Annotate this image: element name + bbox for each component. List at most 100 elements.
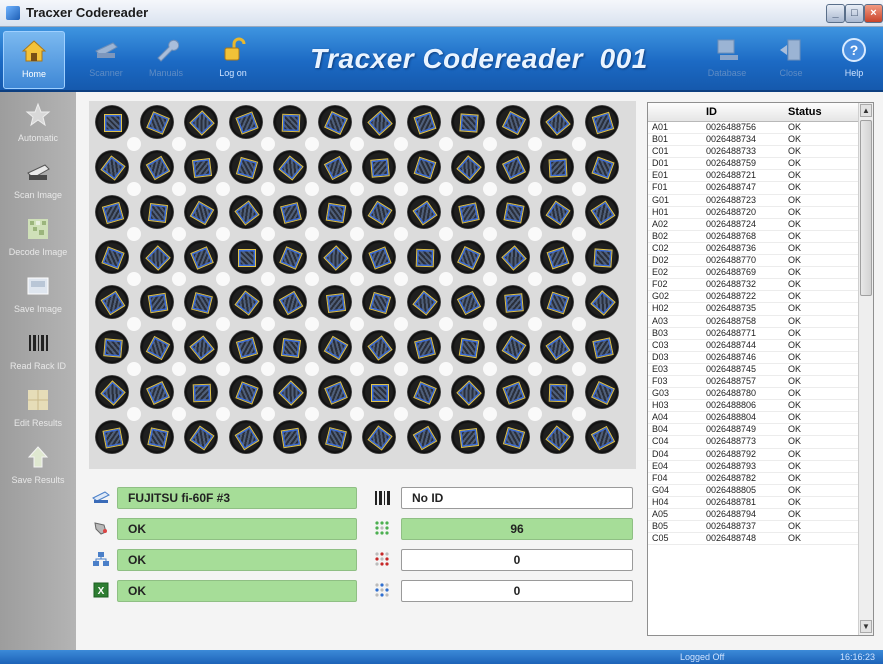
plate-hole [527,407,542,421]
device-status-field: OK [117,518,357,540]
table-row[interactable]: C02 0026488736 OK [648,243,858,256]
table-row[interactable]: A05 0026488794 OK [648,509,858,522]
tube-well [495,285,530,319]
toolbar-manuals-button[interactable]: Manuals [136,31,196,87]
tube-well [228,375,263,409]
table-row[interactable]: A04 0026488804 OK [648,412,858,425]
table-row[interactable]: G03 0026488780 OK [648,388,858,401]
scroll-up-arrow-icon[interactable]: ▲ [860,104,872,117]
rack-scan-image[interactable] [89,101,636,469]
table-row[interactable]: F04 0026488782 OK [648,473,858,485]
table-row[interactable]: D01 0026488759 OK [648,158,858,171]
datamatrix-code [100,380,126,406]
scanner-name-field: FUJITSU fi-60F #3 [117,487,357,509]
sidebar-item-save-results[interactable]: Save Results [0,444,76,499]
scroll-down-arrow-icon[interactable]: ▼ [860,620,872,633]
sidebar-item-label: Scan Image [13,190,63,200]
table-row[interactable]: G01 0026488723 OK [648,195,858,207]
plate-hole [483,227,497,241]
plate-hole [171,317,186,331]
plate-hole [216,227,230,241]
table-row[interactable]: H03 0026488806 OK [648,400,858,413]
plate-hole [527,137,542,151]
table-row[interactable]: H01 0026488720 OK [648,207,858,219]
table-header: ID Status [648,103,858,122]
toolbar-help-button[interactable]: ? Help [824,31,883,87]
datamatrix-code [146,427,169,449]
table-row[interactable]: B04 0026488749 OK [648,424,858,437]
table-row[interactable]: E01 0026488721 OK [648,170,858,183]
table-row[interactable]: A01 0026488756 OK [648,122,858,135]
table-row[interactable]: A02 0026488724 OK [648,219,858,231]
cell-id: 0026488771 [706,327,757,338]
table-row[interactable]: B02 0026488768 OK [648,231,858,243]
table-row[interactable]: E04 0026488793 OK [648,461,858,473]
table-row[interactable]: C05 0026488748 OK [648,533,858,546]
datamatrix-code [192,383,212,403]
minimize-button[interactable]: _ [826,4,845,23]
tube-well [362,285,396,319]
table-row[interactable]: D03 0026488746 OK [648,352,858,364]
datamatrix-code [235,336,258,360]
datamatrix-code [367,200,393,226]
table-row[interactable]: F03 0026488757 OK [648,376,858,389]
error-count-icon [375,552,389,566]
datamatrix-code [412,381,437,405]
cell-position: G02 [652,291,670,302]
datamatrix-code [104,114,122,132]
maximize-button[interactable]: □ [845,4,864,23]
table-row[interactable]: E02 0026488769 OK [648,267,858,280]
plate-hole [394,227,408,241]
table-row[interactable]: B05 0026488737 OK [648,521,858,534]
table-row[interactable]: G04 0026488805 OK [648,485,858,497]
scrollbar-thumb[interactable] [860,120,872,296]
datamatrix-code [145,155,170,181]
datamatrix-code [546,291,570,315]
table-row[interactable]: D04 0026488792 OK [648,449,858,461]
exit-door-icon [780,39,801,61]
table-row[interactable]: F02 0026488732 OK [648,279,858,292]
results-table[interactable]: ID Status A01 0026488756 OK B01 0026488734 OK… [647,102,874,636]
cell-position: D01 [652,158,669,169]
plate-hole [127,227,141,241]
table-row[interactable]: G02 0026488722 OK [648,291,858,304]
table-row[interactable]: C01 0026488733 OK [648,146,858,159]
toolbar-logon-button[interactable]: Log on [203,31,263,87]
sidebar-item-save-image[interactable]: Save Image [0,273,76,328]
table-row[interactable]: C03 0026488744 OK [648,340,858,352]
toolbar-close-button[interactable]: Close [761,31,821,87]
table-row[interactable]: C04 0026488773 OK [648,436,858,449]
table-row[interactable]: H02 0026488735 OK [648,303,858,316]
table-row[interactable]: E03 0026488745 OK [648,364,858,376]
sidebar-item-automatic[interactable]: Automatic [0,102,76,157]
table-row[interactable]: H04 0026488781 OK [648,497,858,509]
column-header-id[interactable]: ID [706,106,717,118]
table-row[interactable]: B03 0026488771 OK [648,328,858,340]
tube-well [139,150,174,184]
column-header-status[interactable]: Status [788,106,822,118]
svg-text:X: X [98,586,105,597]
sidebar-item-read-rack-id[interactable]: Read Rack ID [0,330,76,385]
tube-well [95,150,129,184]
datamatrix-code [325,292,346,314]
toolbar-scanner-button[interactable]: Scanner [76,31,136,87]
table-row[interactable]: D02 0026488770 OK [648,255,858,268]
table-row[interactable]: A03 0026488758 OK [648,316,858,328]
table-row[interactable]: B01 0026488734 OK [648,134,858,147]
toolbar-home-button[interactable]: Home [3,31,65,89]
table-row[interactable]: F01 0026488747 OK [648,182,858,195]
clock-text: 16:16:23 [840,652,876,662]
close-window-button[interactable]: × [864,4,883,23]
plate-hole [349,317,364,331]
cell-status: OK [788,424,802,435]
sidebar-item-edit-results[interactable]: Edit Results [0,387,76,442]
tube-well [139,240,174,274]
datamatrix-code [591,111,614,135]
sidebar-item-decode-image[interactable]: Decode Image [0,216,76,271]
barcode-icon [375,491,390,505]
toolbar-database-button[interactable]: Database [697,31,757,87]
tube-well [139,195,174,229]
ok-count-icon [375,521,389,535]
table-scrollbar[interactable]: ▲ ▼ [858,103,873,635]
sidebar-item-scan-image[interactable]: Scan Image [0,159,76,214]
